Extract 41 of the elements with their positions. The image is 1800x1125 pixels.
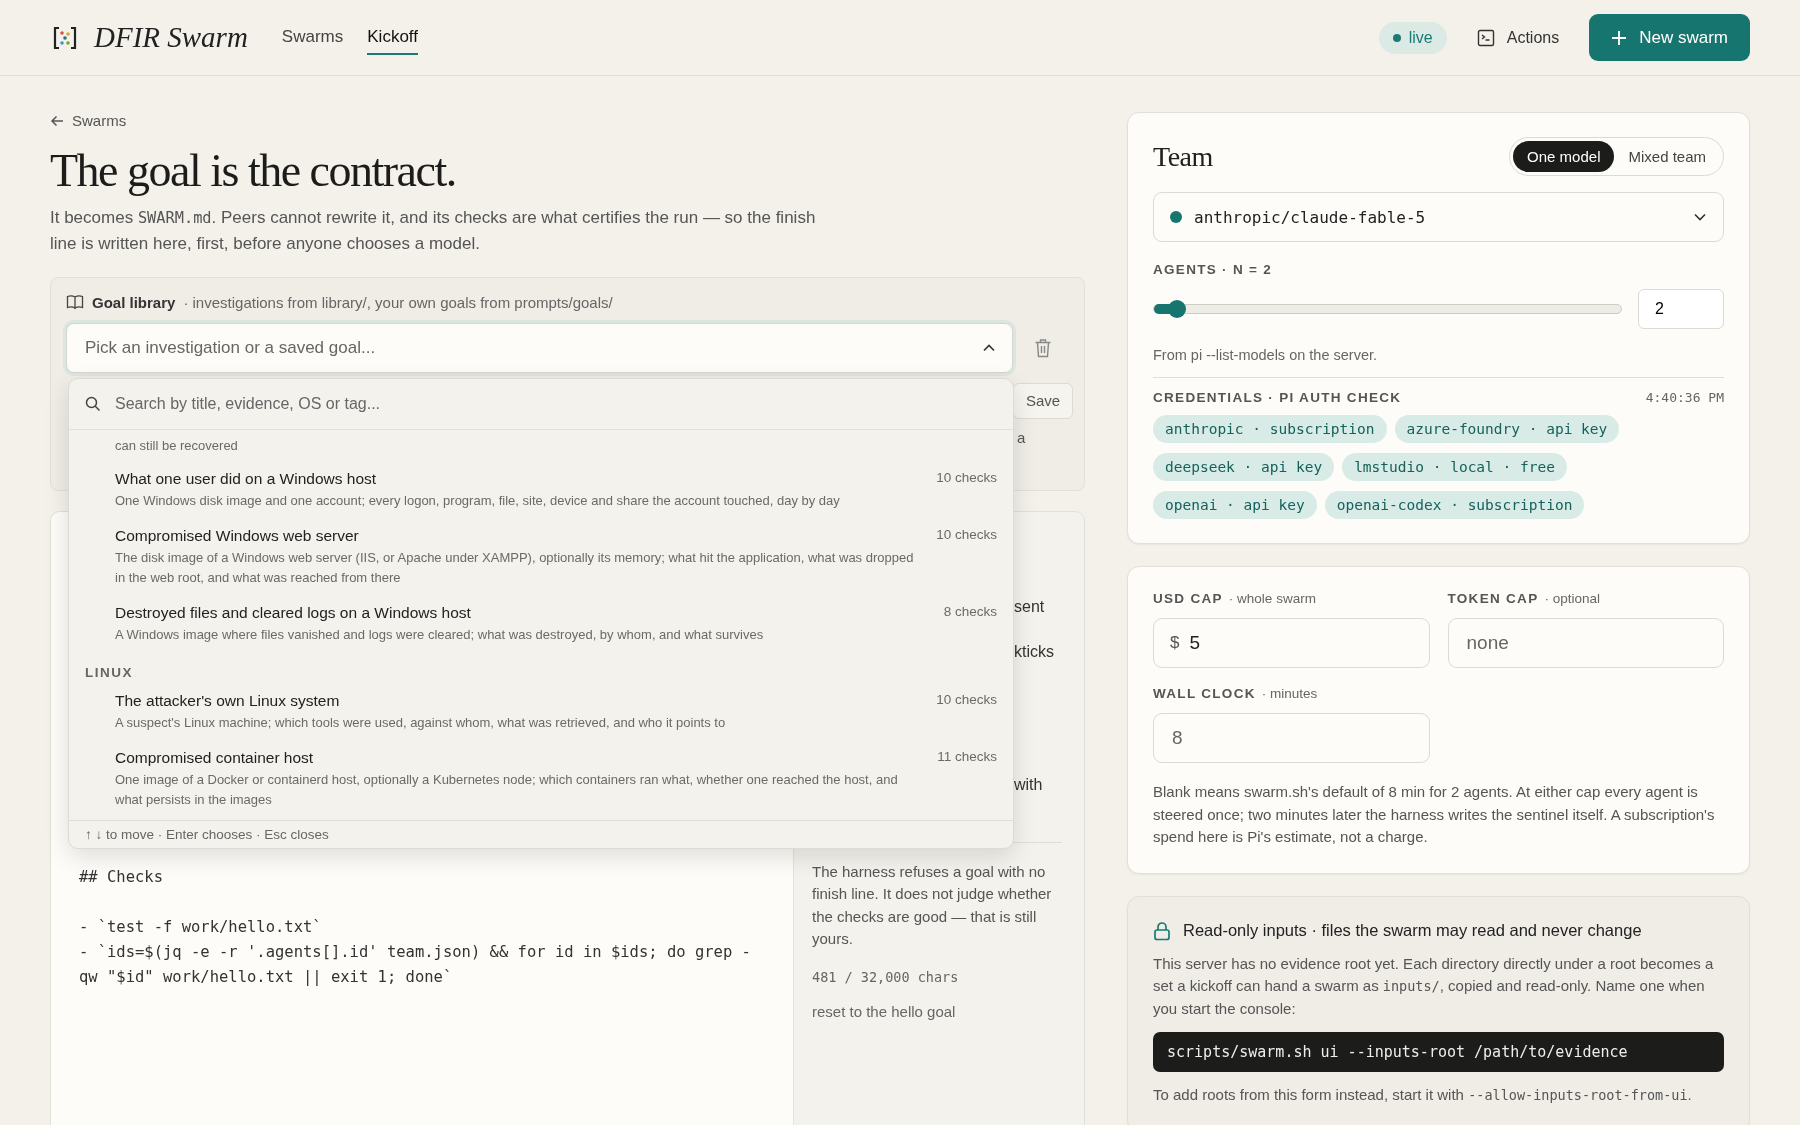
char-count: 481 / 32,000 chars	[812, 968, 960, 985]
goal-library-label: Goal library	[92, 293, 176, 311]
hint-text: a	[1016, 428, 1027, 446]
code-line: - `test -f work/hello.txt`	[79, 916, 323, 938]
credential-chip: azure-foundry · api key	[1394, 415, 1620, 443]
keyboard-hint: ↑ ↓ to move · Enter chooses · Esc closes	[69, 819, 1013, 848]
credential-chip: lmstudio · local · free	[1342, 453, 1567, 481]
credential-chip: openai · api key	[1153, 491, 1317, 519]
side-text: sent	[1014, 596, 1046, 617]
goal-library-hint: · investigations from library/, your own goals from prompts/goals/	[183, 293, 613, 311]
inputs-title: Read-only inputs · files the swarm may read and never change	[1183, 921, 1642, 940]
token-cap-label: TOKEN CAP	[1447, 591, 1539, 606]
group-heading: LINUX	[84, 663, 134, 682]
side-text: with	[1014, 774, 1044, 795]
code-line: - `ids=$(jq -e -r '.agents[].id' team.json) && for id in $ids; do grep -qw "$id" work/hello.txt || exit 1; done`	[79, 941, 752, 988]
page-title: The goal is the contract.	[50, 143, 457, 197]
inputs-text: This server has no evidence root yet. Each directory directly under a root becomes a set a kickoff can hand a swarm as inputs/, copied and read-only. Name one when you start the console:	[1153, 953, 1715, 1019]
command-block: scripts/swarm.sh ui --inputs-root /path/to/evidence	[1153, 1032, 1724, 1072]
wall-clock-label: WALL CLOCK	[1153, 686, 1256, 701]
editor-note: The harness refuses a goal with no finish line. It does not judge whether the checks are good — that is still yours.	[812, 861, 1053, 949]
option-description: can still be recovered	[115, 437, 238, 453]
field-hint: · optional	[1544, 591, 1600, 606]
live-status: live	[1378, 21, 1447, 54]
intro-text: It becomes SWARM.md. Peers cannot rewrite it, and its checks are what certifies the run — so the finish line is written here, first, before anyone chooses a model.	[50, 206, 817, 255]
credential-chip: openai-codex · subscription	[1324, 491, 1585, 519]
inputs-after-text: To add roots from this form instead, start it with --allow-inputs-root-from-ui.	[1153, 1085, 1693, 1105]
currency-symbol: $	[1170, 633, 1180, 653]
models-note: From pi --list-models on the server.	[1153, 347, 1378, 363]
field-hint: · minutes	[1261, 686, 1318, 701]
credential-chip: anthropic · subscription	[1153, 415, 1387, 443]
field-hint: · whole swarm	[1228, 591, 1316, 606]
check-time: 4:40:36 PM	[1645, 390, 1724, 405]
credentials-label: CREDENTIALS · PI AUTH CHECK	[1153, 390, 1402, 405]
caps-note: Blank means swarm.sh's default of 8 min for 2 agents. At either cap every agent is steered once; two minutes later the harness writes the sentinel itself. A subscription's spend here is Pi's estimate, not a charge.	[1153, 782, 1716, 847]
card-title: Team	[1153, 140, 1213, 173]
usd-cap-label: USD CAP	[1153, 591, 1223, 606]
side-text: kticks	[1014, 641, 1055, 662]
agents-label: AGENTS · N = 2	[1153, 262, 1274, 277]
credential-chip: deepseek · api key	[1153, 453, 1335, 481]
code-line: ## Checks	[79, 866, 164, 888]
brand-name: DFIR Swarm	[94, 21, 248, 54]
